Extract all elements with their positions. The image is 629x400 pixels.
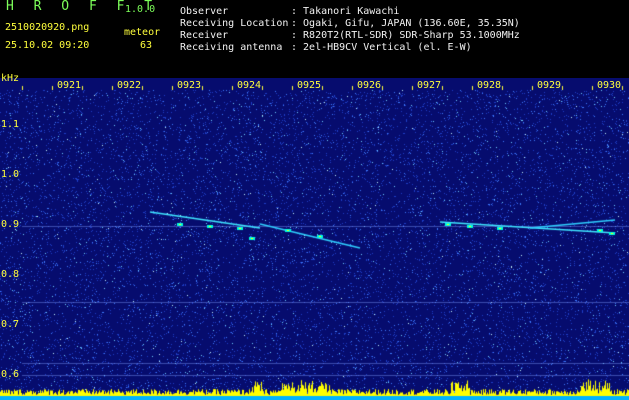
time-tick-0921: 0921 bbox=[57, 80, 82, 91]
spectrogram-panel: kHz 0921 0922 0923 0924 0925 0926 0927 0928 0929… bbox=[0, 73, 629, 400]
meteor-count: 63 bbox=[140, 40, 153, 51]
spectrogram-canvas bbox=[0, 78, 629, 400]
receiver-value: : R820T2(RTL-SDR) SDR-Sharp 53.1000MHz bbox=[291, 30, 520, 41]
observer-value: : Takanori Kawachi bbox=[291, 6, 400, 17]
receiver-label: Receiver bbox=[180, 30, 229, 41]
app-version: 1.0.0 bbox=[125, 4, 156, 15]
header-panel: H R O F F T 1.0.0 2510020920.png 25.10.0… bbox=[0, 0, 629, 78]
antenna-value: : 2el-HB9CV Vertical (el. E-W) bbox=[291, 42, 472, 53]
freq-tick-0-8: 0.8 bbox=[1, 269, 20, 280]
time-tick-0930: 0930 bbox=[597, 80, 622, 91]
timestamp: 25.10.02 09:20 bbox=[5, 40, 90, 51]
location-label: Receiving Location bbox=[180, 18, 289, 29]
freq-tick-1-0: 1.0 bbox=[1, 169, 20, 180]
time-tick-0925: 0925 bbox=[297, 80, 322, 91]
time-tick-0928: 0928 bbox=[477, 80, 502, 91]
location-value: : Ogaki, Gifu, JAPAN (136.60E, 35.35N) bbox=[291, 18, 520, 29]
time-tick-0922: 0922 bbox=[117, 80, 142, 91]
freq-tick-1-1: 1.1 bbox=[1, 119, 20, 130]
freq-tick-0-6: 0.6 bbox=[1, 369, 20, 380]
time-tick-0926: 0926 bbox=[357, 80, 382, 91]
mode-label: meteor bbox=[124, 27, 161, 38]
unit-label: kHz bbox=[1, 73, 20, 84]
freq-tick-0-9: 0.9 bbox=[1, 219, 20, 230]
file-name: 2510020920.png bbox=[5, 22, 90, 33]
time-tick-0929: 0929 bbox=[537, 80, 562, 91]
time-tick-0923: 0923 bbox=[177, 80, 202, 91]
time-tick-0924: 0924 bbox=[237, 80, 262, 91]
freq-tick-0-7: 0.7 bbox=[1, 319, 20, 330]
time-tick-0927: 0927 bbox=[417, 80, 442, 91]
antenna-label: Receiving antenna bbox=[180, 42, 283, 53]
observer-label: Observer bbox=[180, 6, 229, 17]
